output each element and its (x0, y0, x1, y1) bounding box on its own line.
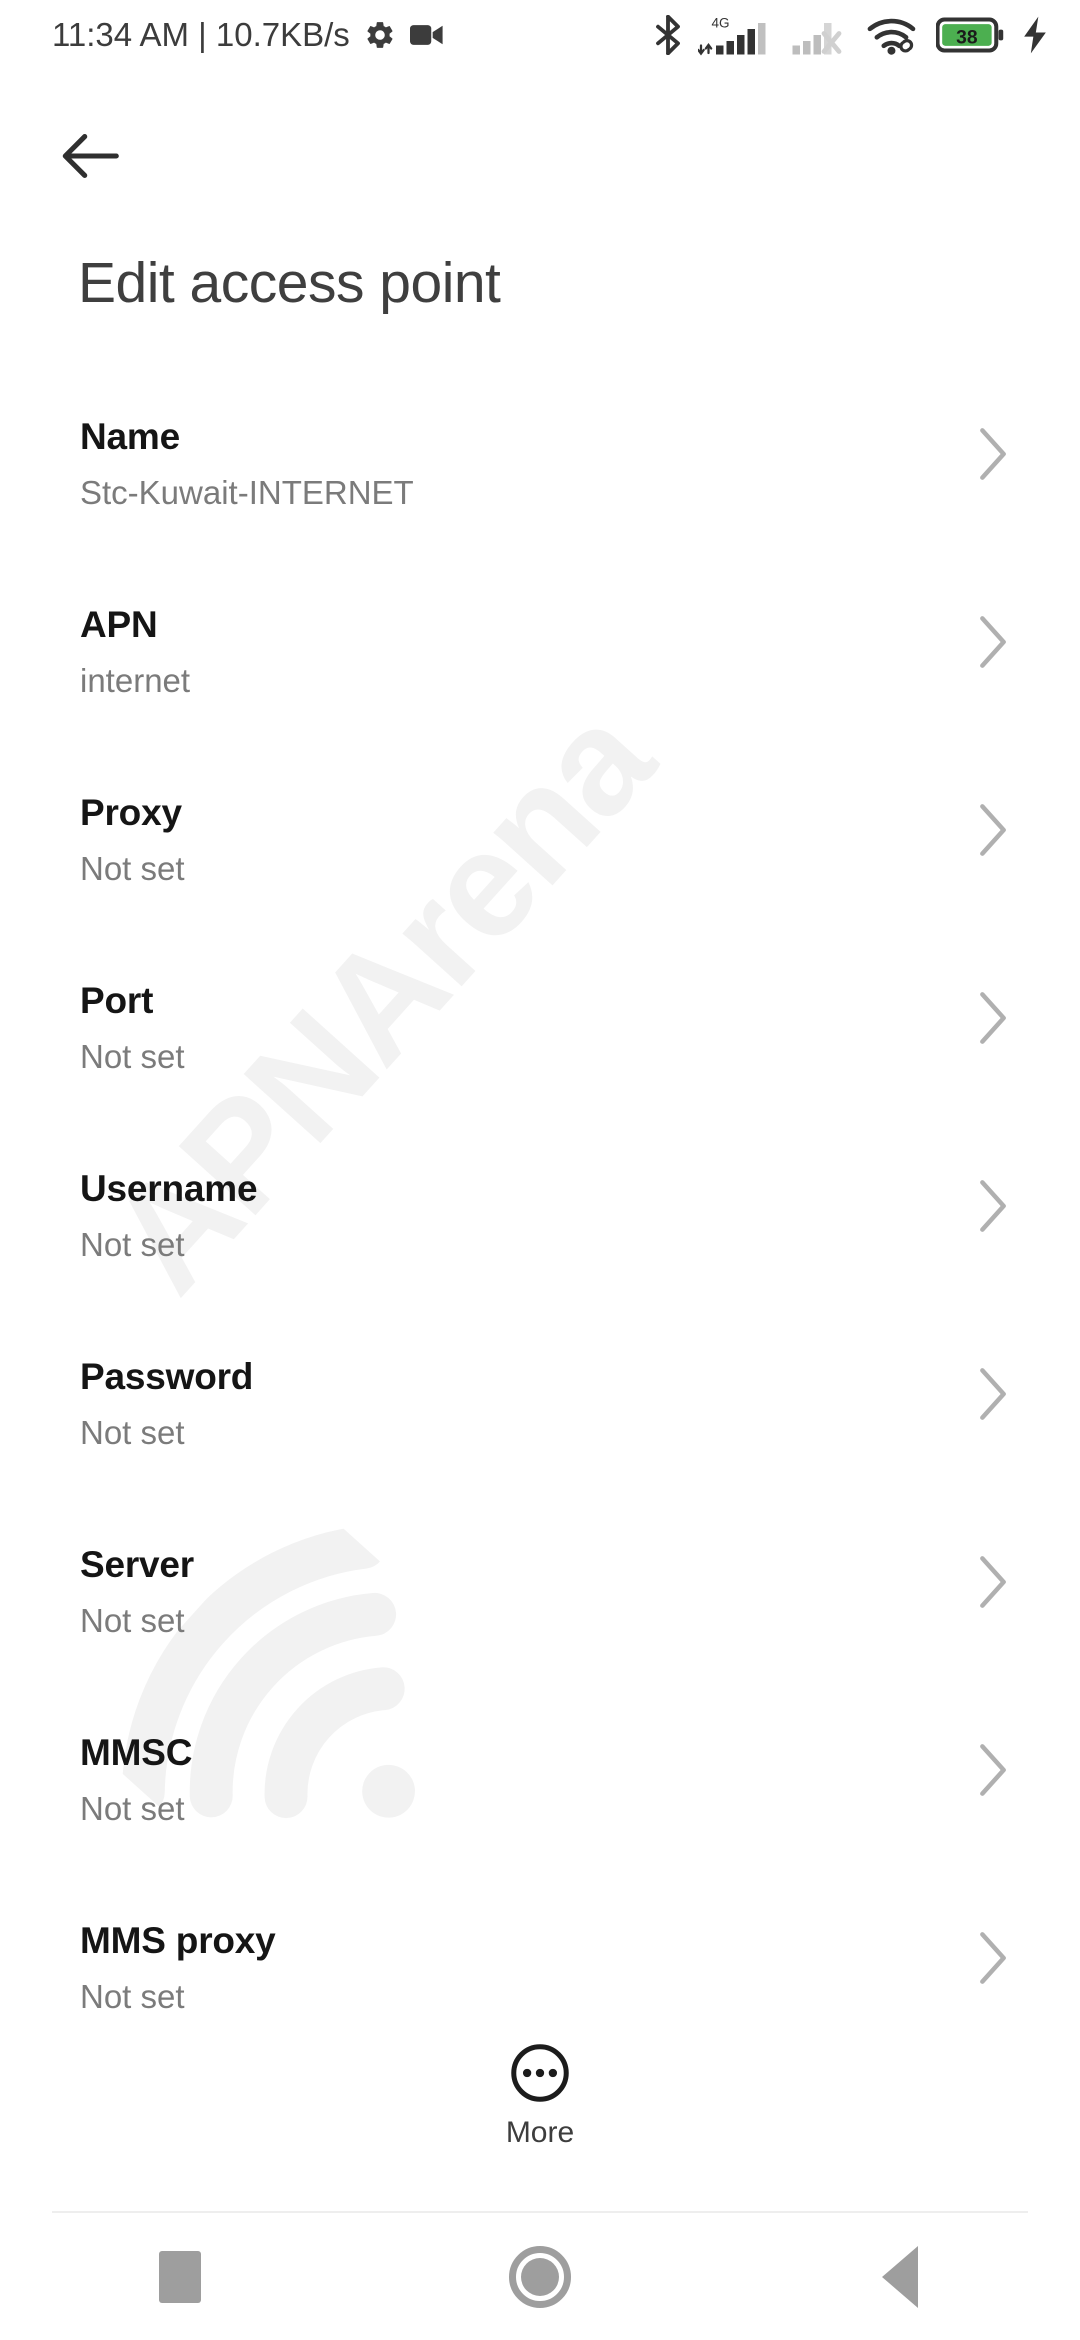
phone-screen: APNArena 11:34 AM | 10.7KB/s 4G 38 Edit … (0, 0, 1080, 2340)
recents-button[interactable] (0, 2213, 360, 2340)
list-item-proxy[interactable]: Proxy Not set (0, 782, 1080, 970)
list-item-value: Not set (80, 1038, 185, 1075)
more-circle-icon (511, 2044, 569, 2102)
list-item-title: Port (80, 980, 154, 1021)
more-button[interactable]: More (0, 2032, 1080, 2164)
bluetooth-icon (656, 15, 680, 55)
list-item-title: Username (80, 1168, 258, 1209)
list-item-value: Not set (80, 850, 185, 887)
list-item-value: Stc-Kuwait-INTERNET (80, 474, 414, 511)
arrow-left-icon (62, 134, 119, 178)
list-item-title: Password (80, 1356, 254, 1397)
chevron-right-icon (980, 1556, 1006, 1608)
signal-4g-icon: 4G (698, 16, 766, 56)
list-item-value: internet (80, 662, 191, 699)
system-navigation-bar (0, 2213, 1080, 2340)
back-button[interactable] (58, 122, 126, 190)
list-item-title: APN (80, 604, 158, 645)
gear-icon (367, 22, 393, 48)
list-item-title: Server (80, 1544, 195, 1585)
chevron-right-icon (980, 1180, 1006, 1232)
status-bar-right: 4G 38 (654, 0, 1050, 70)
list-item-apn[interactable]: APN internet (0, 594, 1080, 782)
home-button[interactable] (360, 2213, 720, 2340)
square-icon (159, 2250, 201, 2303)
list-item-value: Not set (80, 1226, 185, 1263)
chevron-right-icon (980, 1932, 1006, 1984)
list-item-title: Proxy (80, 792, 182, 833)
list-item-value: Not set (80, 1602, 185, 1639)
battery-percent-label: 38 (956, 28, 978, 49)
more-button-label: More (505, 2116, 575, 2149)
list-item-password[interactable]: Password Not set (0, 1346, 1080, 1534)
triangle-left-icon (882, 2245, 918, 2308)
list-item-server[interactable]: Server Not set (0, 1534, 1080, 1722)
circle-icon (509, 2245, 571, 2308)
chevron-right-icon (980, 804, 1006, 856)
chevron-right-icon (980, 1744, 1006, 1796)
battery-icon: 38 (936, 17, 1004, 53)
list-item-title: Name (80, 416, 180, 457)
charging-bolt-icon (1024, 16, 1046, 54)
list-item-value: Not set (80, 1978, 185, 2015)
list-item-value: Not set (80, 1790, 185, 1827)
list-item-port[interactable]: Port Not set (0, 970, 1080, 1158)
page-title: Edit access point (78, 251, 501, 315)
chevron-right-icon (980, 992, 1006, 1044)
clock-and-netspeed-text: 11:34 AM | 10.7KB/s (52, 16, 350, 53)
chevron-right-icon (980, 428, 1006, 480)
chevron-right-icon (980, 616, 1006, 668)
video-camera-icon (409, 25, 443, 45)
list-item-title: MMSC (80, 1732, 193, 1773)
status-bar-left: 11:34 AM | 10.7KB/s (52, 16, 444, 54)
chevron-right-icon (980, 1368, 1006, 1420)
link-icon (899, 39, 914, 53)
list-item-value: Not set (80, 1414, 185, 1451)
status-bar: 11:34 AM | 10.7KB/s 4G 38 (0, 0, 1080, 70)
list-item-mmsc[interactable]: MMSC Not set (0, 1722, 1080, 1910)
list-item-title: MMS proxy (80, 1920, 276, 1961)
list-item-username[interactable]: Username Not set (0, 1158, 1080, 1346)
network-type-label: 4G (712, 16, 730, 31)
signal-sim2-no-service-icon (792, 23, 842, 55)
access-point-field-list: Name Stc-Kuwait-INTERNET APN internet Pr… (0, 406, 1080, 2098)
wifi-icon (867, 18, 916, 55)
system-back-button[interactable] (720, 2213, 1080, 2340)
list-item-name[interactable]: Name Stc-Kuwait-INTERNET (0, 406, 1080, 594)
